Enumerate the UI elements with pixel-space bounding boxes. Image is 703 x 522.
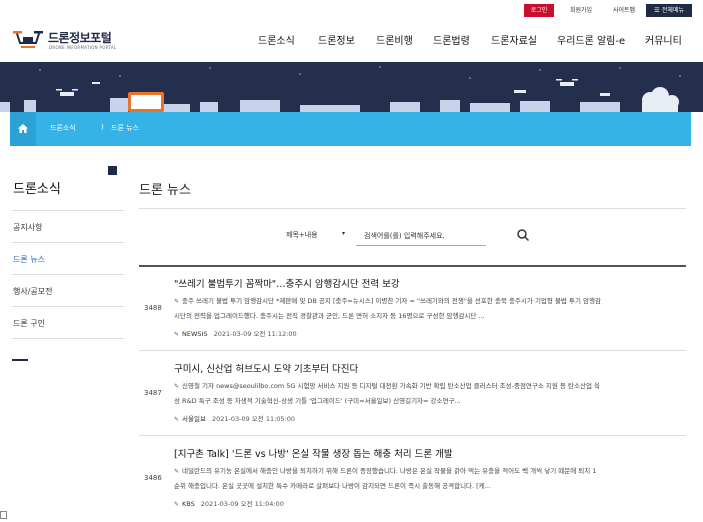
search-icon[interactable] [516, 228, 530, 242]
news-meta: ✎ NEWSIS 2021-03-09 오전 11:12:00 [174, 328, 297, 338]
pencil-icon: ✎ [174, 501, 180, 508]
nav-drone-library[interactable]: 드론자료실 [491, 32, 537, 47]
news-source: KBS [182, 500, 195, 508]
nav-drone-flight[interactable]: 드론비행 [376, 32, 413, 47]
pencil-icon: ✎ [174, 416, 180, 423]
nav-drone-alert[interactable]: 우리드론 알림-e [557, 32, 625, 47]
site-logo[interactable]: 드론정보포털 DRONE INFORMATION PORTAL [12, 27, 132, 53]
login-link[interactable]: 로그인 [524, 4, 554, 17]
news-summary-line: 성 R&D 특구 조성 등 자생적 기술혁신-상생 기틀 '업그레이드' (구미… [174, 397, 461, 405]
sidebar-bottom-accent [12, 359, 28, 361]
sidebar-accent [108, 166, 117, 175]
news-source: 서울일보 [182, 415, 206, 423]
nav-drone-info[interactable]: 드론정보 [318, 32, 355, 47]
search-type-value: 제목+내용 [286, 231, 318, 239]
sidebar-divider [12, 242, 124, 243]
sidebar-divider [12, 274, 124, 275]
breadcrumb: 드론소식 ) 드론 뉴스 [10, 112, 691, 146]
news-summary[interactable]: ✎ 신영철 기자 news@seoulilbo.com 5G 시험망 서비스 지원… [174, 379, 684, 408]
news-meta: ✎ KBS 2021-03-09 오전 11:04:00 [174, 498, 284, 508]
search-input[interactable] [356, 226, 486, 246]
news-summary[interactable]: ✎ 네덜란드의 유기농 온실에서 해충인 나방을 퇴치하기 위해 드론이 증장했습… [174, 464, 684, 493]
nav-community[interactable]: 커뮤니티 [645, 32, 682, 47]
news-date: 2021-03-09 오전 11:05:00 [211, 415, 296, 423]
news-divider [139, 350, 686, 351]
sidebar-divider [12, 338, 124, 339]
news-title[interactable]: 구미시, 신산업 허브도시 도약 기초부터 다진다 [174, 361, 358, 375]
sidebar-item-notice[interactable]: 공지사항 [13, 222, 42, 233]
hamburger-icon: ☰ [654, 7, 660, 14]
drone-logo-icon [13, 31, 43, 48]
all-menu-label: 전체메뉴 [661, 7, 684, 14]
news-source: NEWSIS [182, 330, 208, 338]
breadcrumb-level1[interactable]: 드론소식 [50, 123, 76, 133]
hero-banner [0, 62, 703, 112]
news-summary-line: 순위 해충입니다. 온실 곳곳에 설치한 특수 카메라로 살펴보다 나방이 감지… [174, 482, 491, 490]
utility-bar: 로그인 회원가입 사이트맵 ☰ 전체메뉴 [0, 0, 703, 20]
logo-subtitle: DRONE INFORMATION PORTAL [49, 45, 117, 50]
nav-drone-news[interactable]: 드론소식 [258, 32, 295, 47]
page-title: 드론 뉴스 [139, 183, 191, 198]
news-summary-line: 네덜란드의 유기농 온실에서 해충인 나방을 퇴치하기 위해 드론이 증장했습니… [182, 467, 597, 475]
news-number: 3486 [144, 474, 162, 482]
title-divider [139, 208, 686, 209]
news-summary[interactable]: ✎ 충주 쓰레기 불법 투기 암행감시단 *제판매 및 DB 공지 [충주=뉴시스… [174, 294, 684, 323]
home-icon [18, 124, 28, 133]
sidebar-item-jobs[interactable]: 드론 구인 [13, 318, 45, 329]
news-summary-line: 충주 쓰레기 불법 투기 암행감시단 *제판매 및 DB 공지 [충주=뉴시스]… [182, 297, 601, 305]
news-summary-line: 신영철 기자 news@seoulilbo.com 5G 시험망 서비스 지원 … [182, 382, 600, 390]
list-top-border [139, 265, 686, 267]
scroll-marker [0, 511, 7, 519]
nav-drone-law[interactable]: 드론법령 [433, 32, 470, 47]
news-meta: ✎ 서울일보 2021-03-09 오전 11:05:00 [174, 413, 295, 423]
pencil-icon: ✎ [174, 298, 180, 305]
sidebar-title: 드론소식 [13, 182, 61, 197]
logo-name: 드론정보포털 [48, 31, 112, 45]
pencil-icon: ✎ [174, 331, 180, 338]
sidebar-item-events[interactable]: 행사/공모전 [13, 286, 53, 297]
home-button[interactable] [10, 112, 36, 146]
news-summary-line: 시단의 전력을 업그레이드했다. 충주시는 전직 경찰관과 군인, 드론 면허 … [174, 312, 485, 320]
news-number: 3487 [144, 389, 162, 397]
breadcrumb-level2[interactable]: 드론 뉴스 [111, 123, 139, 133]
join-link[interactable]: 회원가입 [560, 4, 602, 17]
sidebar-divider [12, 210, 124, 211]
sitemap-link[interactable]: 사이트맵 [604, 4, 644, 17]
news-title[interactable]: "쓰레기 불법투기 꼼짝마"…충주시 암행감시단 전력 보강 [174, 276, 400, 290]
breadcrumb-separator: ) [101, 123, 104, 131]
news-date: 2021-03-09 오전 11:04:00 [200, 500, 284, 508]
sidebar-divider [12, 306, 124, 307]
news-number: 3488 [144, 304, 162, 312]
chevron-down-icon: ▾ [342, 230, 346, 237]
news-divider [139, 435, 686, 436]
all-menu-button[interactable]: ☰ 전체메뉴 [646, 4, 692, 17]
banner-illustration [0, 66, 681, 112]
search-type-select[interactable]: 제목+내용 ▾ [286, 230, 348, 244]
sidebar-item-drone-news[interactable]: 드론 뉴스 [13, 254, 45, 265]
pencil-icon: ✎ [174, 383, 180, 390]
news-title[interactable]: [지구촌 Talk] '드론 vs 나방' 온실 작물 생장 돕는 해충 처리 … [174, 446, 453, 460]
drone-left-icon [56, 89, 78, 96]
pencil-icon: ✎ [174, 468, 180, 475]
news-date: 2021-03-09 오전 11:12:00 [213, 330, 297, 338]
